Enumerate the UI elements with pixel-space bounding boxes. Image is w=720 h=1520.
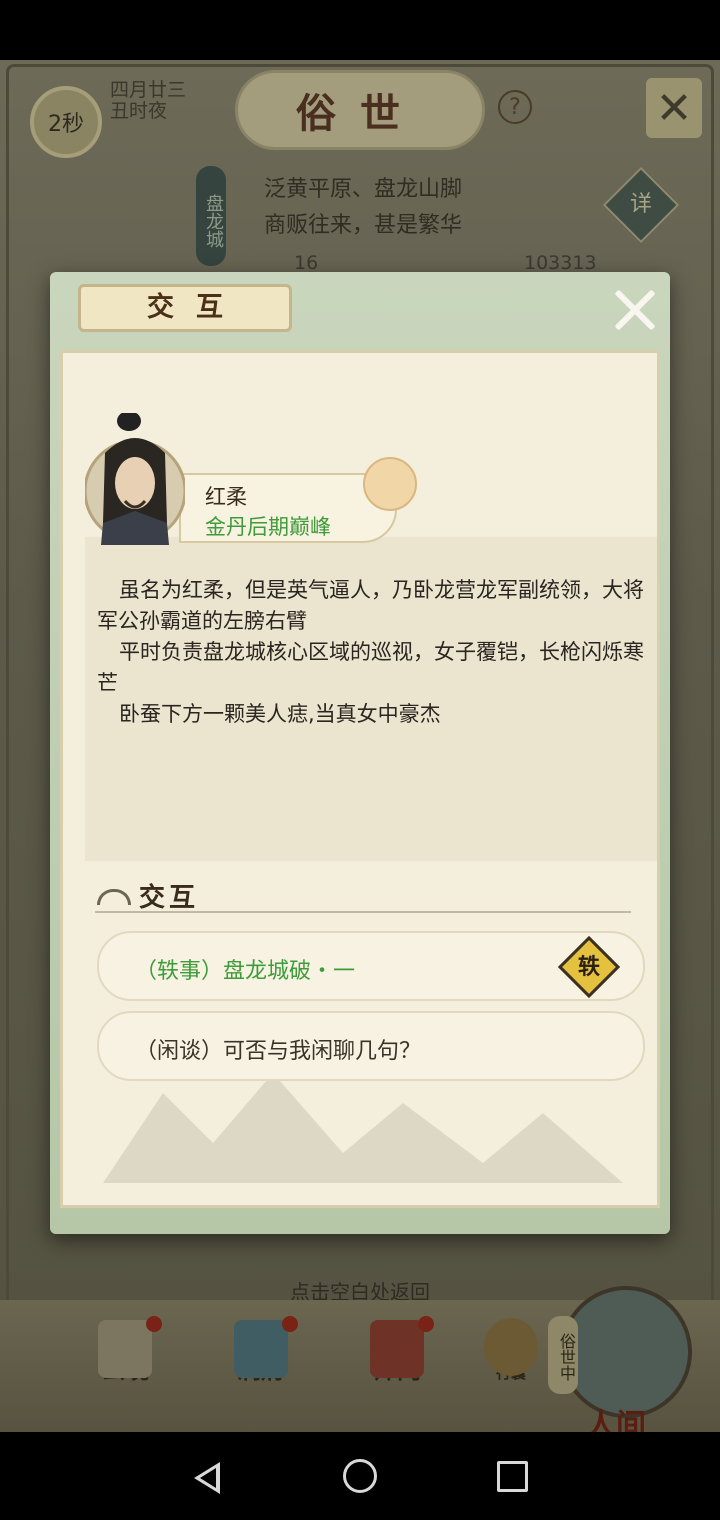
date-line-2: 丑时夜 (110, 100, 168, 122)
cloud-icon (97, 889, 131, 905)
bottom-nav: 玄境 洞府 师门 行囊 俗世中 人间 (0, 1286, 720, 1432)
nav-item-dongfu[interactable]: 洞府 (216, 1316, 306, 1385)
character-name: 红柔 (205, 485, 247, 509)
recent-apps-icon[interactable] (497, 1461, 528, 1492)
stat-wealth: 103313 (524, 252, 597, 274)
game-screen: 2秒 四月廿三 丑时夜 俗世 ? ✕ 盘龙城 泛黄平原、盘龙山脚 商贩往来，甚是… (0, 0, 720, 1520)
dialog-paper: 虽名为红柔，但是英气逼人，乃卧龙营龙军副统领，大将军公孙霸道的左膀右臂 平时负责… (60, 350, 660, 1208)
description-paragraph: 平时负责盘龙城核心区域的巡视，女子覆铠，长枪闪烁寒芒 (97, 640, 644, 695)
interaction-section-header: 交互 (95, 877, 631, 913)
game-date: 四月廿三 丑时夜 (110, 80, 186, 122)
location-tag: 盘龙城 (196, 166, 226, 266)
cave-icon (234, 1320, 288, 1378)
help-icon[interactable]: ? (498, 90, 532, 124)
nav-item-xingnang[interactable]: 行囊 (466, 1318, 556, 1383)
nav-item-xuanjing[interactable]: 玄境 (80, 1316, 170, 1385)
location-description: 泛黄平原、盘龙山脚 商贩往来，甚是繁华 (264, 172, 462, 244)
stat-population: 16 (294, 252, 319, 274)
character-avatar (85, 413, 185, 545)
date-line-1: 四月廿三 (110, 79, 187, 101)
badge-label: 轶 (577, 954, 600, 980)
option-chat[interactable]: （闲谈）可否与我闲聊几句？ (97, 1011, 645, 1081)
background-close-icon[interactable]: ✕ (646, 78, 702, 138)
option-anecdote[interactable]: （轶事）盘龙城破・一 轶 (97, 931, 645, 1001)
home-icon[interactable] (343, 1459, 377, 1493)
scroll-icon (98, 1320, 152, 1378)
nav-item-shimen[interactable]: 师门 (352, 1316, 442, 1385)
location-line-1: 泛黄平原、盘龙山脚 (264, 177, 463, 202)
world-tag: 俗世中 (548, 1316, 578, 1394)
description-paragraph: 卧蚕下方一颗美人痣,当真女中豪杰 (119, 702, 441, 726)
detail-label: 详 (629, 192, 652, 217)
character-description: 虽名为红柔，但是英气逼人，乃卧龙营龙军副统领，大将军公孙霸道的左膀右臂 平时负责… (85, 537, 657, 861)
notification-dot (146, 1316, 162, 1332)
fan-icon (363, 457, 417, 511)
world-label: 人间 (586, 1408, 646, 1432)
option-label: （轶事）盘龙城破・一 (135, 959, 356, 984)
page-title: 俗世 (235, 70, 485, 150)
system-nav-bar (0, 1432, 720, 1520)
dialog-title: 交互 (78, 284, 292, 332)
option-label: （闲谈）可否与我闲聊几句？ (135, 1039, 422, 1064)
notification-dot (418, 1316, 434, 1332)
notification-dot (282, 1316, 298, 1332)
location-line-2: 商贩往来，甚是繁华 (264, 213, 463, 238)
close-icon[interactable] (612, 288, 656, 332)
interaction-dialog: 交互 虽名为红柔，但是英气逼人，乃卧龙营龙军副统领，大将军公孙霸道的左膀右臂 平… (50, 272, 670, 1234)
world-button[interactable] (560, 1286, 692, 1418)
back-icon-inner (200, 1468, 216, 1488)
character-rank: 金丹后期巅峰 (205, 515, 331, 539)
bag-icon (484, 1318, 538, 1376)
section-label: 交互 (139, 883, 200, 913)
anecdote-badge-icon: 轶 (557, 935, 621, 999)
sect-icon (370, 1320, 424, 1378)
timer-badge: 2秒 (30, 86, 102, 158)
description-paragraph: 虽名为红柔，但是英气逼人，乃卧龙营龙军副统领，大将军公孙霸道的左膀右臂 (97, 578, 644, 633)
